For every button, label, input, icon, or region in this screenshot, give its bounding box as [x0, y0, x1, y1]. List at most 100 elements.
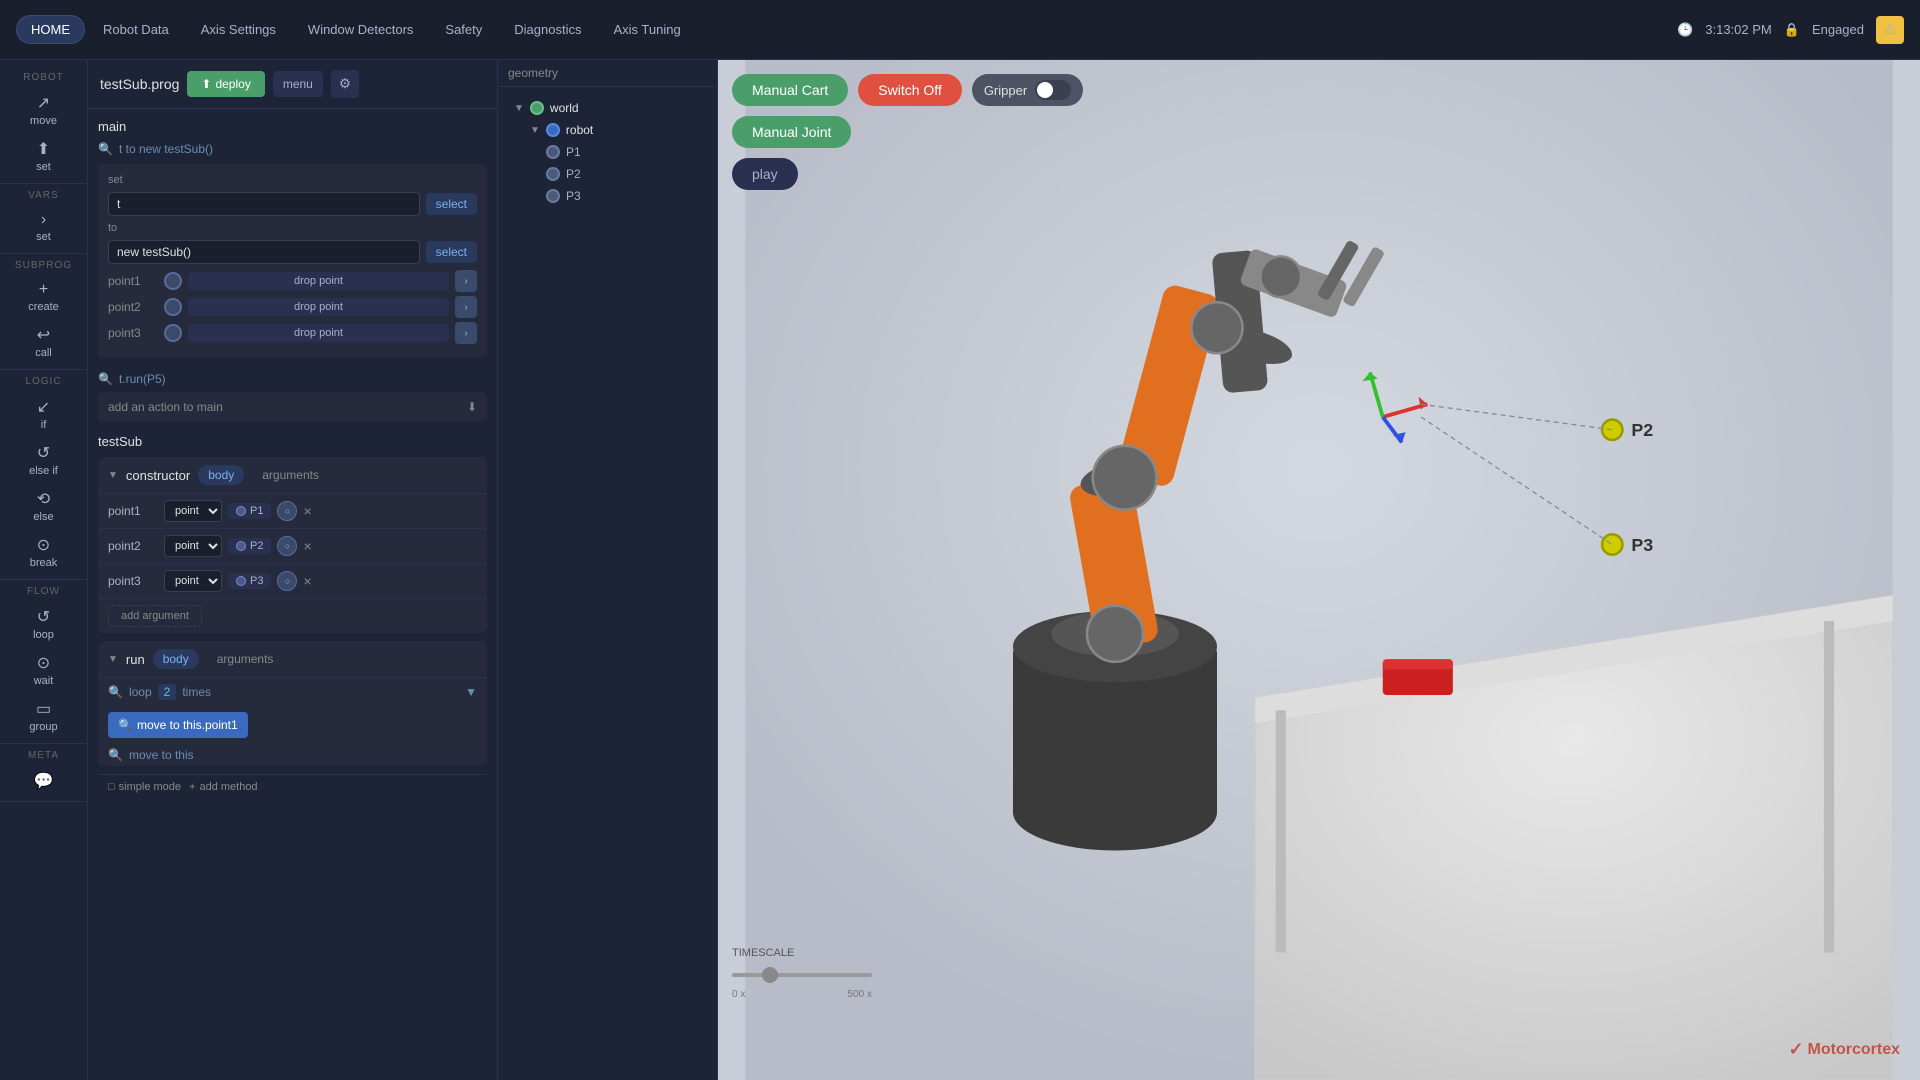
nav-safety[interactable]: Safety [431, 16, 496, 43]
run-collapse-icon[interactable]: ▼ [108, 654, 118, 665]
sidebar-btn-group[interactable]: ▭ group [9, 693, 79, 739]
play-button[interactable]: play [732, 158, 798, 190]
arg-point3-type[interactable]: point [164, 570, 222, 592]
p2-label: P2 [250, 540, 263, 552]
nav-window-detectors[interactable]: Window Detectors [294, 16, 427, 43]
run-body-tab[interactable]: body [153, 649, 199, 669]
deploy-icon: ⬆ [201, 77, 211, 91]
robot-node[interactable]: ▼ robot [524, 119, 707, 141]
point1-dot [164, 272, 182, 290]
run-label: run [126, 652, 145, 667]
create-icon: + [39, 281, 48, 299]
world-node[interactable]: ▼ world [508, 97, 707, 119]
viewport-controls-overlay: Manual Cart Switch Off Gripper Manual Jo… [732, 74, 1083, 190]
arg-point2-row: point2 point P2 ○ × [98, 529, 487, 564]
point1-arrow-button[interactable]: › [455, 270, 477, 292]
point2-drop-button[interactable]: drop point [188, 298, 449, 316]
arg-point2-type[interactable]: point [164, 535, 222, 557]
add-method-button[interactable]: + add method [189, 781, 258, 793]
sidebar-btn-loop[interactable]: ↺ loop [9, 601, 79, 647]
simple-mode-button[interactable]: □ simple mode [108, 781, 181, 793]
loop-keyword: loop [129, 685, 152, 699]
break-icon: ⊙ [37, 535, 50, 555]
menu-button[interactable]: menu [273, 71, 323, 97]
lock-icon: 🔒 [1784, 22, 1800, 38]
p2-circle-button[interactable]: ○ [277, 536, 297, 556]
p3-circle-button[interactable]: ○ [277, 571, 297, 591]
point3-drop-button[interactable]: drop point [188, 324, 449, 342]
point2-label: point2 [108, 300, 158, 314]
world-expand-icon: ▼ [514, 103, 524, 114]
sidebar-label-move: move [30, 115, 57, 127]
set-to-input[interactable] [108, 240, 420, 264]
manual-joint-button[interactable]: Manual Joint [732, 116, 851, 148]
sidebar-label-wait: wait [34, 675, 54, 687]
arguments-tab[interactable]: arguments [252, 465, 329, 485]
set-block: set select to select point1 drop point › [98, 164, 487, 358]
switch-off-button[interactable]: Switch Off [858, 74, 962, 106]
add-action-row[interactable]: add an action to main ⬇ [98, 392, 487, 422]
p1-circle-button[interactable]: ○ [277, 501, 297, 521]
nav-axis-settings[interactable]: Axis Settings [187, 16, 290, 43]
tree-p2-node[interactable]: P2 [540, 163, 707, 185]
set-select-button[interactable]: select [426, 193, 477, 215]
sidebar-btn-move[interactable]: ↗ move [9, 87, 79, 133]
manual-cart-button[interactable]: Manual Cart [732, 74, 848, 106]
nav-robot-data[interactable]: Robot Data [89, 16, 183, 43]
sidebar-btn-else[interactable]: ⟲ else [9, 483, 79, 529]
tree-p3-node[interactable]: P3 [540, 185, 707, 207]
p3-remove-button[interactable]: × [303, 573, 311, 589]
sidebar-btn-if[interactable]: ↙ if [9, 391, 79, 437]
set-variable-input[interactable] [108, 192, 420, 216]
to-select-button[interactable]: select [426, 241, 477, 263]
add-argument-button[interactable]: add argument [108, 605, 202, 627]
point2-arrow-button[interactable]: › [455, 296, 477, 318]
point3-label: point3 [108, 326, 158, 340]
nav-diagnostics[interactable]: Diagnostics [500, 16, 595, 43]
sidebar-label-break: break [30, 557, 58, 569]
p1-tree-dot [546, 145, 560, 159]
sidebar-btn-break[interactable]: ⊙ break [9, 529, 79, 575]
run-icon: 🔍 [98, 372, 113, 386]
slider-thumb[interactable] [762, 967, 778, 983]
loop-expand-icon[interactable]: ▼ [465, 685, 477, 699]
motorcortex-logo: ✓ Motorcortex [1788, 1039, 1900, 1060]
yellow-indicator[interactable]: ⚠ [1876, 16, 1904, 44]
sidebar-btn-create[interactable]: + create [9, 275, 79, 319]
point2-row: point2 drop point › [108, 296, 477, 318]
settings-icon-button[interactable]: ⚙ [331, 70, 359, 98]
sidebar-btn-else-if[interactable]: ↺ else if [9, 437, 79, 483]
p1-remove-button[interactable]: × [303, 503, 311, 519]
comment-icon: 💬 [34, 771, 54, 791]
3d-viewport[interactable]: P2 P3 Manual Cart Switch Off Gripper [718, 60, 1920, 1080]
sidebar-label-subprog: SUBPROG [15, 260, 72, 271]
run-arguments-tab[interactable]: arguments [207, 649, 284, 669]
tree-p1-node[interactable]: P1 [540, 141, 707, 163]
sidebar-btn-comment[interactable]: 💬 [9, 765, 79, 797]
point3-arrow-button[interactable]: › [455, 322, 477, 344]
timescale-slider-container[interactable] [732, 965, 872, 985]
collapse-icon[interactable]: ▼ [108, 470, 118, 481]
nav-home[interactable]: HOME [16, 15, 85, 44]
body-tab[interactable]: body [198, 465, 244, 485]
sidebar-btn-vars-set[interactable]: › set [9, 205, 79, 249]
set-to-row: select [108, 240, 477, 264]
sidebar-btn-wait[interactable]: ⊙ wait [9, 647, 79, 693]
arg-point2-name: point2 [108, 539, 158, 553]
deploy-button[interactable]: ⬆ deploy [187, 71, 264, 97]
sidebar-btn-call[interactable]: ↩ call [9, 319, 79, 365]
move-to-point1-button[interactable]: 🔍 move to this.point1 [108, 712, 248, 738]
else-icon: ⟲ [37, 489, 50, 509]
geometry-header: geometry [498, 60, 717, 87]
arg-point1-type[interactable]: point [164, 500, 222, 522]
nav-axis-tuning[interactable]: Axis Tuning [599, 16, 694, 43]
p2-remove-button[interactable]: × [303, 538, 311, 554]
sidebar-btn-set-var[interactable]: ⬆ set [9, 133, 79, 179]
run-text-row: 🔍 t.run(P5) [98, 366, 487, 392]
point1-drop-button[interactable]: drop point [188, 272, 449, 290]
top-controls-row2: Manual Joint [732, 116, 1083, 148]
sidebar-label-meta: META [28, 750, 59, 761]
program-header: testSub.prog ⬆ deploy menu ⚙ [88, 60, 497, 109]
gripper-toggle[interactable] [1035, 80, 1071, 100]
clock-icon: 🕒 [1677, 22, 1693, 38]
